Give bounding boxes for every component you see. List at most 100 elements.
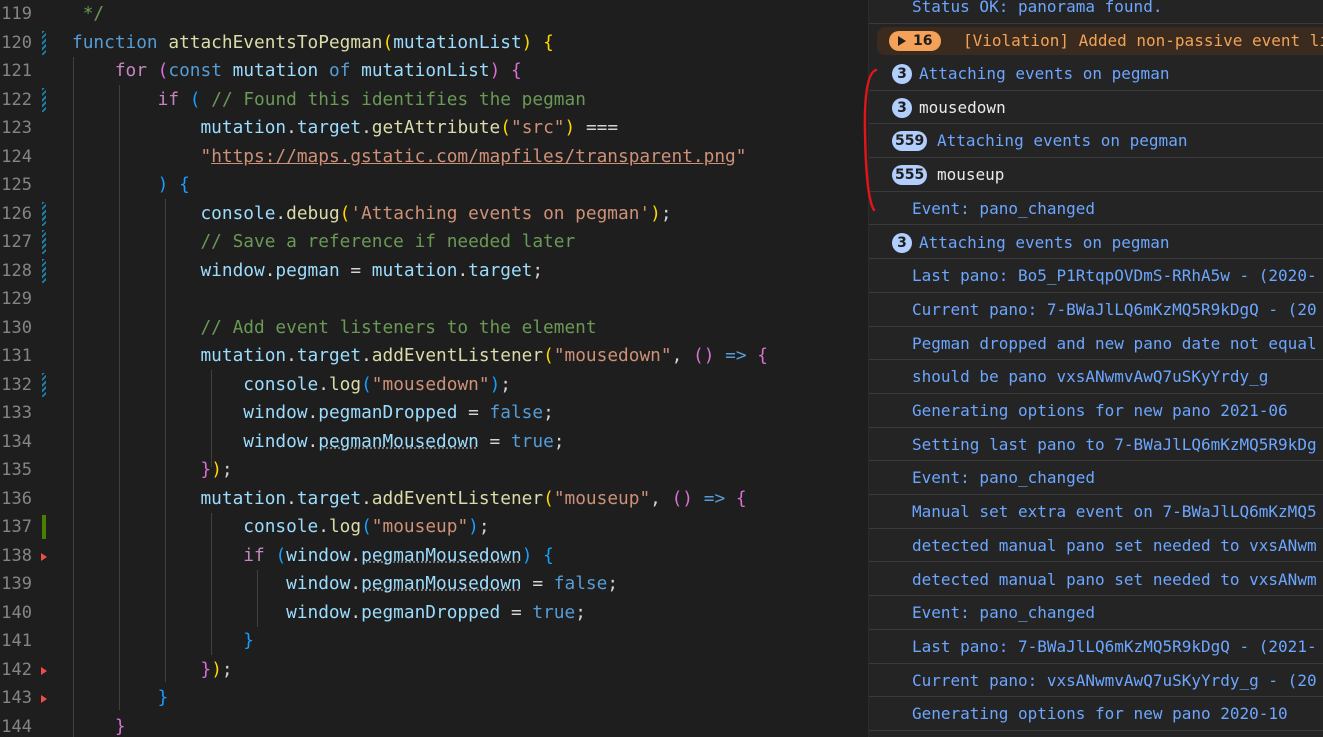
console-message[interactable]: Last pano: 7-BWaJlLQ6mKzMQ5R9kDgQ - (202… [869,630,1323,664]
code-line[interactable]: 126 console.debug('Attaching events on p… [0,200,868,229]
console-message[interactable]: Status OK: panorama found. [869,0,1323,24]
modified-line-marker[interactable] [42,30,46,55]
repeat-count-badge: 555 [892,165,928,186]
devtools-console[interactable]: Status OK: panorama found. 16 [Violation… [868,0,1323,737]
code-text: mutation.target.addEventListener("mouseu… [200,487,747,509]
code-text: if (window.pegmanMousedown) { [243,544,554,566]
console-message[interactable]: Event: pano_changed [869,596,1323,630]
violation-warning-row[interactable]: 16 [Violation] Added non-passive event l… [877,27,1323,55]
line-number: 127 [1,232,32,252]
console-message-text: Manual set extra event on 7-BWaJlLQ6mKzM… [912,502,1317,522]
code-line[interactable]: 130 // Add event listeners to the elemen… [0,314,868,343]
code-line[interactable]: 143 } [0,684,868,713]
code-line[interactable]: 136 mutation.target.addEventListener("mo… [0,485,868,514]
console-message[interactable]: Manual set extra event on 7-BWaJlLQ6mKzM… [869,495,1323,529]
console-message[interactable]: Pegman dropped and new pano date not equ… [869,327,1323,361]
modified-line-marker[interactable] [42,372,46,397]
code-line[interactable]: 127 // Save a reference if needed later [0,228,868,257]
console-message-text: Setting last pano to 7-BWaJlLQ6mKzMQ5R9k… [912,434,1317,454]
code-line[interactable]: 133 window.pegmanDropped = false; [0,399,868,428]
code-line[interactable]: 139 window.pegmanMousedown = false; [0,570,868,599]
console-message[interactable]: Event: pano_changed [869,192,1323,226]
code-text: window.pegmanMousedown = false; [286,573,619,594]
code-line[interactable]: 123 mutation.target.getAttribute("src") … [0,114,868,143]
code-text: console.log("mousedown"); [243,373,511,395]
modified-line-marker[interactable] [42,258,46,283]
code-text: window.pegman = mutation.target; [200,259,544,281]
console-message-text: Current pano: vxsANwmvAwQ7uSKyYrdy_g - (… [912,670,1317,690]
code-line[interactable]: 119 */ [0,0,868,29]
code-text: if ( // Found this identifies the pegman [157,88,586,110]
console-message-text: mouseup [937,165,1005,185]
console-message-text: Attaching events on pegman [937,131,1188,151]
code-text: "https://maps.gstatic.com/mapfiles/trans… [200,145,747,167]
console-message[interactable]: Current pano: 7-BWaJlLQ6mKzMQ5R9kDgQ - (… [869,293,1323,327]
warning-text: [Violation] Added non-passive event li [963,31,1323,50]
code-text: window.pegmanDropped = false; [243,402,554,423]
modified-line-marker[interactable] [42,201,46,226]
added-line-marker[interactable] [42,515,46,539]
line-number: 123 [1,118,32,138]
code-line[interactable]: 134 window.pegmanMousedown = true; [0,428,868,457]
code-text: } [157,687,169,708]
console-message-text: mousedown [919,97,1006,117]
line-number: 121 [1,61,32,81]
code-line[interactable]: 142 }); [0,656,868,685]
code-line[interactable]: 135 }); [0,456,868,485]
code-line[interactable]: 122 if ( // Found this identifies the pe… [0,86,868,115]
code-line[interactable]: 140 window.pegmanDropped = true; [0,599,868,628]
console-message[interactable]: Generating options for new pano 2020-10 [869,697,1323,731]
code-text: }); [200,658,233,680]
code-line[interactable]: 120 function attachEventsToPegman(mutatio… [0,29,868,58]
code-text: mutation.target.getAttribute("src") === [200,117,619,138]
line-number: 140 [1,602,32,623]
console-message[interactable]: 3 Attaching events on pegman [869,57,1323,91]
line-number: 138 [1,545,32,566]
modified-line-marker[interactable] [42,230,46,254]
code-line[interactable]: 128 window.pegman = mutation.target; [0,257,868,286]
warning-count-badge[interactable]: 16 [889,31,941,51]
deleted-line-marker[interactable] [41,666,47,675]
line-number: 134 [1,431,32,452]
console-message[interactable]: 559 Attaching events on pegman [869,124,1323,159]
console-message[interactable]: should be pano vxsANwmvAwQ7uSKyYrdy_g [869,360,1323,394]
modified-line-marker[interactable] [42,87,46,112]
code-editor[interactable]: 119 */ 120 function attachEventsToPegman(m… [0,0,868,737]
console-message-text: Last pano: 7-BWaJlLQ6mKzMQ5R9kDgQ - (202… [912,636,1317,656]
code-line[interactable]: 144 } [0,713,868,737]
code-text: // Save a reference if needed later [200,231,576,252]
console-message[interactable]: detected manual pano set needed to vxsAN… [869,563,1323,597]
code-line[interactable]: 121 for (const mutation of mutationList)… [0,57,868,86]
code-text: } [114,715,126,737]
code-line[interactable]: 137 console.log("mouseup"); [0,513,868,542]
line-number: 135 [1,460,32,480]
code-line[interactable]: 138 if (window.pegmanMousedown) { [0,542,868,571]
console-message-text: Attaching events on pegman [919,64,1170,83]
code-line[interactable]: 141 } [0,627,868,656]
line-number: 141 [1,631,32,651]
code-text: // Add event listeners to the element [200,316,597,338]
code-line[interactable]: 131 mutation.target.addEventListener("mo… [0,342,868,371]
console-message[interactable]: Generating options for new pano 2021-06 [869,394,1323,428]
code-line[interactable]: 124 "https://maps.gstatic.com/mapfiles/t… [0,143,868,172]
code-line[interactable]: 132 console.log("mousedown"); [0,371,868,400]
console-message-text: Generating options for new pano 2021-06 [912,401,1288,420]
code-line[interactable]: 125 ) { [0,171,868,200]
console-message[interactable]: 555 mouseup [869,158,1323,192]
console-message[interactable]: detected manual pano set needed to vxsAN… [869,529,1323,563]
line-number: 131 [1,346,32,366]
console-message[interactable]: 3 mousedown [869,91,1323,125]
code-text: } [243,630,255,651]
console-message[interactable]: Last pano: Bo5_P1RtqpOVDmS-RRhA5w - (202… [869,259,1323,293]
deleted-line-marker[interactable] [41,695,47,703]
code-line[interactable]: 129 [0,285,868,314]
console-message[interactable]: Event: pano_changed [869,461,1323,496]
repeat-count-badge: 3 [892,64,912,84]
console-message[interactable]: 3 Attaching events on pegman [869,226,1323,260]
console-message[interactable]: Setting last pano to 7-BWaJlLQ6mKzMQ5R9k… [869,428,1323,462]
line-number: 139 [1,574,32,594]
console-message-text: Attaching events on pegman [919,232,1170,252]
console-message[interactable]: Current pano: vxsANwmvAwQ7uSKyYrdy_g - (… [869,664,1323,698]
console-message-text: Current pano: 7-BWaJlLQ6mKzMQ5R9kDgQ - (… [912,299,1317,319]
deleted-line-marker[interactable] [41,552,47,561]
